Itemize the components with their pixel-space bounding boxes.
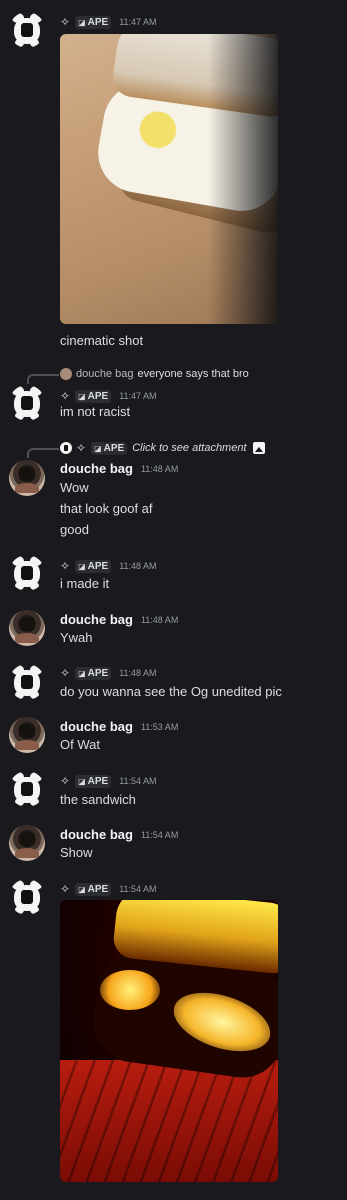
message-header: ✧ ◪ APE 11:48 AM	[60, 666, 157, 680]
message-header: ✧ ◪ APE 11:47 AM	[60, 15, 157, 29]
douche-bag-avatar[interactable]	[9, 717, 45, 753]
message-text: Wow	[60, 480, 89, 495]
message-header: douche bag 11:48 AM	[60, 612, 178, 627]
ape-tag[interactable]: ◪ APE	[75, 774, 112, 788]
ape-tag[interactable]: ◪ APE	[75, 15, 112, 29]
message-text: im not racist	[60, 404, 131, 419]
leaf-icon: ◪	[78, 776, 86, 786]
message-text: Ywah	[60, 630, 93, 645]
sparkle-icon: ✧	[60, 389, 71, 403]
username[interactable]: douche bag	[60, 612, 133, 627]
sandwich-photo[interactable]	[60, 34, 278, 324]
leaf-icon: ◪	[78, 561, 86, 571]
douche-bag-avatar[interactable]	[9, 610, 45, 646]
douche-bag-avatar[interactable]	[9, 460, 45, 496]
leaf-icon: ◪	[78, 668, 86, 678]
timestamp: 11:54 AM	[140, 829, 179, 840]
reply-connector	[27, 448, 59, 458]
douche-bag-avatar[interactable]	[9, 825, 45, 861]
timestamp: 11:47 AM	[119, 17, 157, 27]
message-text: Show	[60, 845, 93, 860]
ape-avatar[interactable]	[9, 385, 45, 421]
ape-avatar[interactable]	[9, 555, 45, 591]
message-header: douche bag 11:53 AM	[60, 719, 178, 734]
ape-avatar[interactable]	[9, 771, 45, 807]
timestamp: 11:53 AM	[140, 721, 179, 732]
message-header: ✧ ◪ APE 11:48 AM	[60, 559, 157, 573]
image-icon	[252, 442, 265, 454]
sandwich-unedited-photo[interactable]	[60, 900, 278, 1182]
ape-tag[interactable]: ◪ APE	[75, 559, 112, 573]
message-header: douche bag 11:48 AM	[60, 461, 178, 476]
leaf-icon: ◪	[78, 17, 86, 27]
message-header: ✧ ◪ APE 11:54 AM	[60, 774, 157, 788]
message-text: cinematic shot	[60, 333, 144, 348]
message-text: Of Wat	[60, 737, 100, 752]
timestamp: 11:48 AM	[119, 561, 157, 571]
sparkle-icon: ✧	[60, 882, 71, 896]
ape-tag: ◪ APE	[91, 441, 128, 455]
timestamp: 11:48 AM	[140, 614, 179, 625]
ape-tag[interactable]: ◪ APE	[75, 666, 112, 680]
reply-preview[interactable]: ✧ ◪ APE Click to see attachment	[60, 441, 265, 455]
message-text: do you wanna see the Og unedited pic	[60, 684, 282, 699]
message-text: good	[60, 522, 89, 537]
timestamp: 11:48 AM	[140, 463, 179, 474]
sparkle-icon: ✧	[60, 774, 71, 788]
ape-avatar[interactable]	[9, 879, 45, 915]
sparkle-icon: ✧	[60, 559, 71, 573]
leaf-icon: ◪	[94, 443, 102, 453]
ape-tag[interactable]: ◪ APE	[75, 882, 112, 896]
reply-connector	[27, 374, 59, 384]
leaf-icon: ◪	[78, 391, 86, 401]
sparkle-icon: ✧	[76, 441, 87, 455]
ape-avatar[interactable]	[9, 12, 45, 48]
timestamp: 11:54 AM	[119, 776, 157, 786]
ape-tag[interactable]: ◪ APE	[75, 389, 112, 403]
reply-preview[interactable]: douche bag everyone says that bro	[60, 368, 249, 380]
ape-mini-avatar	[60, 442, 72, 454]
timestamp: 11:48 AM	[119, 668, 157, 678]
username[interactable]: douche bag	[60, 461, 133, 476]
sparkle-icon: ✧	[60, 666, 71, 680]
message-header: douche bag 11:54 AM	[60, 827, 178, 842]
timestamp: 11:47 AM	[119, 391, 157, 401]
message-text: the sandwich	[60, 792, 136, 807]
username[interactable]: douche bag	[60, 719, 133, 734]
message-text: i made it	[60, 576, 110, 591]
sparkle-icon: ✧	[60, 15, 71, 29]
message-header: ✧ ◪ APE 11:47 AM	[60, 389, 157, 403]
username[interactable]: douche bag	[60, 827, 133, 842]
message-header: ✧ ◪ APE 11:54 AM	[60, 882, 157, 896]
ape-avatar[interactable]	[9, 664, 45, 700]
douche-mini-avatar	[60, 368, 72, 380]
message-text: that look goof af	[60, 501, 153, 516]
leaf-icon: ◪	[78, 884, 86, 894]
timestamp: 11:54 AM	[119, 884, 157, 894]
